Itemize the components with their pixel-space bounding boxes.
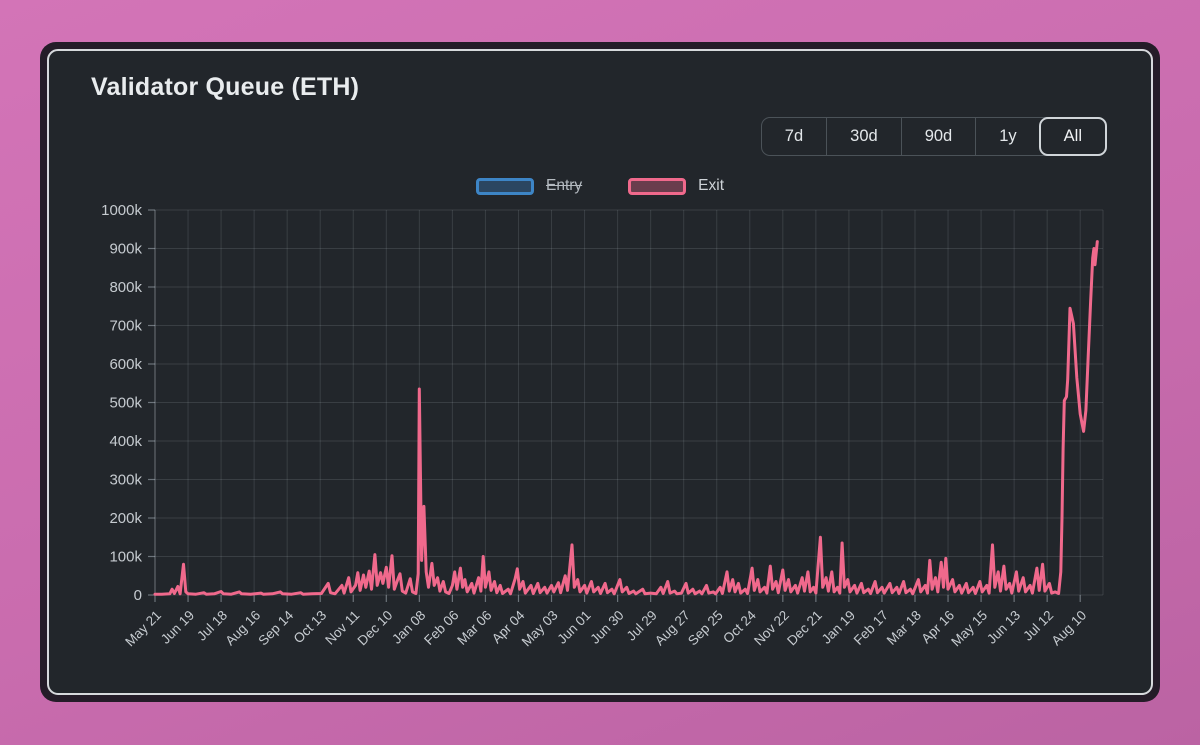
- x-tick-label: Sep 25: [685, 608, 726, 649]
- y-tick-label: 300k: [109, 472, 142, 489]
- y-tick-label: 800k: [109, 279, 142, 296]
- x-tick-label: Jan 08: [389, 608, 428, 647]
- x-tick-label: Mar 18: [884, 608, 924, 648]
- y-tick-label: 900k: [109, 241, 142, 258]
- range-button-30d[interactable]: 30d: [826, 118, 901, 155]
- chart-legend: Entry Exit: [49, 177, 1151, 195]
- y-tick-label: 700k: [109, 318, 142, 335]
- x-tick-label: Jun 13: [984, 608, 1023, 647]
- x-tick-label: Aug 16: [222, 608, 263, 649]
- exit-series-swatch: [628, 178, 686, 195]
- legend-item-entry[interactable]: Entry: [476, 177, 582, 195]
- validator-queue-chart: 0 100k 200k 300k 400k 500k 600k 700k 800k 900k 100…: [49, 201, 1149, 693]
- range-button-90d[interactable]: 90d: [901, 118, 976, 155]
- x-tick-label: Feb 06: [421, 608, 461, 648]
- y-tick-label: 1000k: [101, 202, 142, 219]
- exit-series-line: [155, 242, 1097, 595]
- x-tick-label: May 15: [948, 608, 990, 650]
- range-button-1y[interactable]: 1y: [975, 118, 1039, 155]
- exit-series-label: Exit: [698, 177, 724, 195]
- y-tick-label: 200k: [109, 510, 142, 527]
- x-tick-label: Nov 11: [322, 608, 362, 648]
- x-tick-label: Jun 30: [587, 608, 626, 647]
- page-title: Validator Queue (ETH): [91, 73, 359, 102]
- x-tick-label: Sep 14: [255, 607, 296, 648]
- x-tick-label: May 21: [122, 608, 164, 650]
- x-tick-label: Oct 13: [291, 608, 330, 647]
- x-tick-label: May 03: [519, 608, 561, 650]
- range-button-all[interactable]: All: [1039, 117, 1107, 156]
- entry-series-label: Entry: [546, 177, 582, 195]
- x-tick-label: Mar 06: [454, 608, 494, 648]
- y-tick-label: 600k: [109, 356, 142, 373]
- validator-queue-card: Validator Queue (ETH) 7d 30d 90d 1y All …: [47, 49, 1153, 695]
- time-range-selector: 7d 30d 90d 1y All: [761, 117, 1107, 156]
- x-tick-label: Aug 10: [1048, 608, 1089, 649]
- y-tick-label: 400k: [109, 433, 142, 450]
- legend-item-exit[interactable]: Exit: [628, 177, 724, 195]
- x-tick-label: Jun 01: [554, 608, 593, 647]
- y-tick-label: 100k: [109, 549, 142, 566]
- y-tick-label: 0: [134, 587, 142, 604]
- x-tick-label: Feb 17: [851, 608, 891, 648]
- y-tick-label: 500k: [109, 395, 142, 412]
- chart-plot-area: 0 100k 200k 300k 400k 500k 600k 700k 800k 900k 100…: [101, 202, 1103, 649]
- x-tick-label: Dec 21: [784, 608, 825, 649]
- entry-series-swatch: [476, 178, 534, 195]
- card-outer-frame: Validator Queue (ETH) 7d 30d 90d 1y All …: [40, 42, 1160, 702]
- x-tick-label: Jun 19: [158, 608, 197, 647]
- x-tick-label: Aug 27: [652, 608, 693, 649]
- range-button-7d[interactable]: 7d: [762, 118, 826, 155]
- x-tick-label: Dec 10: [355, 608, 396, 649]
- x-tick-label: Jan 19: [819, 608, 858, 647]
- x-tick-label: Nov 22: [751, 608, 792, 649]
